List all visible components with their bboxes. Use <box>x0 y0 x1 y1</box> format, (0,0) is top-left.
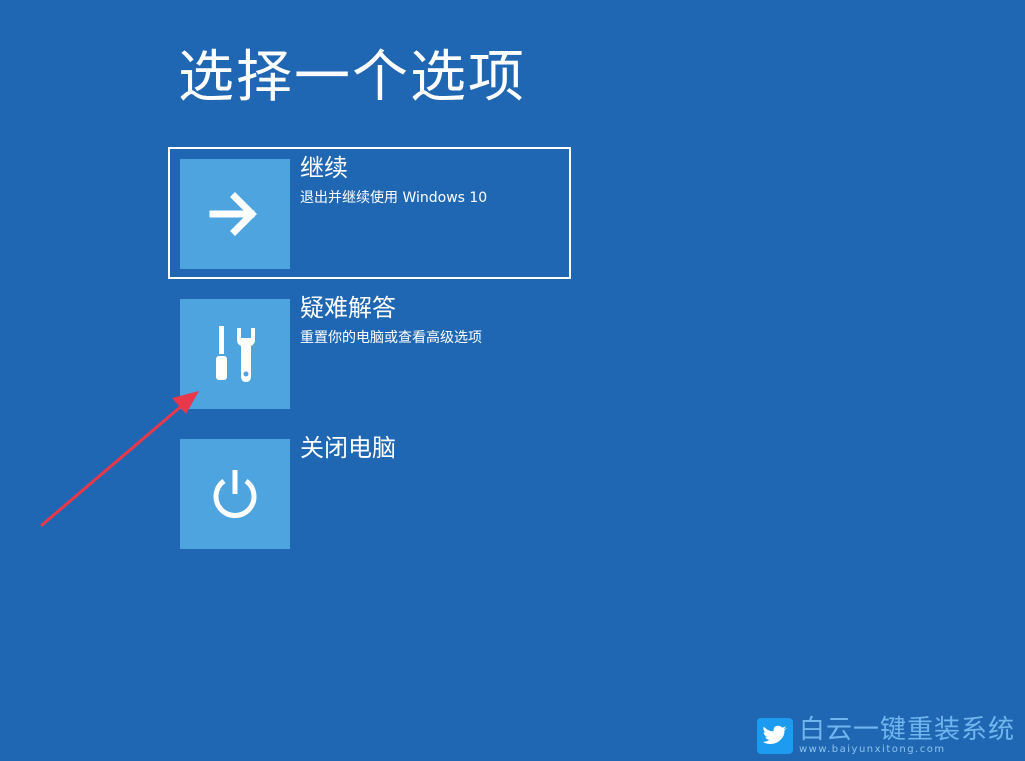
option-troubleshoot-tile[interactable] <box>180 299 290 409</box>
watermark-url: www.baiyunxitong.com <box>798 743 946 755</box>
option-shutdown-tile[interactable] <box>180 439 290 549</box>
option-shutdown-label: 关闭电脑 <box>300 434 396 462</box>
twitter-bird-icon <box>756 718 793 755</box>
option-troubleshoot-description: 重置你的电脑或查看高级选项 <box>300 330 482 346</box>
arrow-right-icon <box>209 192 257 236</box>
option-continue-label: 继续 <box>300 154 348 182</box>
option-continue[interactable]: 继续 退出并继续使用 Windows 10 <box>168 147 571 279</box>
option-continue-tile[interactable] <box>180 159 290 269</box>
power-icon <box>213 470 257 518</box>
watermark-name: 白云一键重装系统 <box>798 715 1015 746</box>
tools-icon <box>216 326 255 382</box>
option-troubleshoot-label: 疑难解答 <box>300 294 396 322</box>
option-troubleshoot[interactable]: 疑难解答 重置你的电脑或查看高级选项 <box>168 287 571 419</box>
option-shutdown[interactable]: 关闭电脑 <box>168 427 571 559</box>
option-continue-description: 退出并继续使用 Windows 10 <box>300 190 488 206</box>
page-title: 选择一个选项 <box>178 45 526 110</box>
watermark: 白云一键重装系统 www.baiyunxitong.com <box>756 715 1015 755</box>
